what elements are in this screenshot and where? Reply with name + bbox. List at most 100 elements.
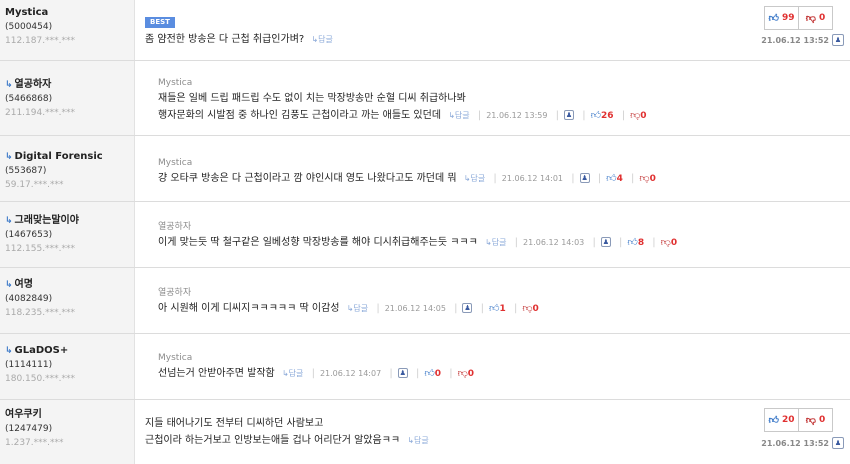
- comment-meta: 21.06.12 13:52 ♟: [761, 34, 844, 46]
- quoted-author: Mystica: [158, 353, 193, 363]
- thumbs-down-icon: 👎︎: [805, 13, 816, 24]
- comment-date: 21.06.12 14:07: [319, 369, 382, 378]
- author-id: (1247479): [5, 424, 53, 434]
- comment-text-line: 지들 태어나기도 전부터 디씨하던 사람보고: [145, 418, 324, 429]
- comment-row: Mystica (5000454) 112.187.***.*** BEST 좀…: [0, 0, 850, 61]
- comment-row: ↳ 열공하자 (5466868) 211.194.***.*** Mystica …: [0, 61, 850, 136]
- dislike-button[interactable]: 👎︎0: [630, 110, 646, 121]
- comment-author-panel: ↳ 여명 (4082849) 118.235.***.***: [0, 268, 135, 333]
- author-nickname[interactable]: Digital Forensic: [15, 151, 103, 162]
- comment-text: 좀 얌전한 방송은 다 근첩 취급인가벼? ↳답글: [145, 34, 333, 45]
- thumbs-down-icon: 👎︎: [660, 237, 671, 248]
- reply-arrow-icon: ↳: [5, 80, 13, 90]
- author-nickname[interactable]: Mystica: [5, 6, 75, 20]
- reply-arrow-icon: ↳: [281, 369, 289, 378]
- author-ip: 112.187.***.***: [5, 36, 75, 46]
- reply-arrow-icon: ↳: [5, 216, 13, 226]
- thumbs-down-icon: 👎︎: [630, 110, 641, 121]
- comment-author-panel: ↳ Digital Forensic (553687) 59.17.***.***: [0, 136, 135, 201]
- comment-author-panel: 여우쿠키 (1247479) 1.237.***.***: [0, 400, 135, 464]
- report-icon[interactable]: ♟: [832, 437, 844, 449]
- like-button[interactable]: 👍︎26: [591, 110, 614, 121]
- dislike-button[interactable]: 👎︎ 0: [798, 7, 832, 29]
- author-id: (5466868): [5, 94, 53, 104]
- reply-button[interactable]: ↳답글: [448, 111, 469, 120]
- dislike-button[interactable]: 👎︎0: [522, 303, 538, 314]
- reply-button[interactable]: ↳답글: [485, 238, 506, 247]
- reply-arrow-icon: ↳: [407, 436, 414, 445]
- reply-button[interactable]: ↳답글: [347, 304, 368, 313]
- thumbs-up-icon: 👍︎: [768, 13, 779, 24]
- comment-text: 걍 오타쿠 방송은 다 근첩이라고 깜 야인시대 영도 나왔다고도 까던데 뭐 …: [158, 173, 656, 184]
- author-ip: 1.237.***.***: [5, 438, 64, 448]
- author-id: (1114111): [5, 360, 53, 370]
- dislike-button[interactable]: 👎︎ 0: [798, 409, 832, 431]
- reply-button[interactable]: ↳답글: [311, 35, 332, 44]
- author-ip: 211.194.***.***: [5, 108, 75, 118]
- comment-text: 이게 맞는듯 딱 철구같은 일베성향 막장방송를 해야 디시취급해주는듯 ㅋㅋㅋ…: [158, 237, 678, 248]
- author-nickname[interactable]: 여명: [15, 279, 33, 290]
- reply-arrow-icon: ↳: [5, 280, 13, 290]
- reply-button[interactable]: ↳답글: [464, 174, 485, 183]
- comment-text: 행자문화의 시발점 중 하나인 김풍도 근첩이라고 까는 애들도 있던데 ↳답글…: [158, 110, 647, 121]
- comment-body: BEST 좀 얌전한 방송은 다 근첩 취급인가벼? ↳답글: [145, 14, 740, 48]
- author-ip: 118.235.***.***: [5, 308, 75, 318]
- comment-meta: 21.06.12 13:52 ♟: [761, 437, 844, 449]
- author-id: (1467653): [5, 230, 53, 240]
- report-icon[interactable]: ♟: [579, 173, 590, 183]
- report-icon[interactable]: ♟: [397, 368, 408, 378]
- report-icon[interactable]: ♟: [600, 237, 611, 247]
- comment-row: ↳ 여명 (4082849) 118.235.***.*** 열공하자 아 시원해…: [0, 268, 850, 334]
- quoted-author: 열공하자: [158, 288, 192, 298]
- comment-author-panel: ↳ GLaDOS+ (1114111) 180.150.***.***: [0, 334, 135, 399]
- author-nickname[interactable]: GLaDOS+: [15, 345, 69, 356]
- like-button[interactable]: 👍︎1: [489, 303, 506, 314]
- comment-text-line: 재들은 일베 드립 패드립 수도 없이 치는 막장방송만 순혈 디씨 취급하나봐: [158, 93, 466, 104]
- report-icon[interactable]: ♟: [564, 110, 575, 120]
- comment-date: 21.06.12 13:59: [486, 111, 548, 120]
- reply-arrow-icon: ↳: [448, 111, 455, 120]
- reply-arrow-icon: ↳: [5, 152, 13, 162]
- author-id: (4082849): [5, 294, 53, 304]
- comment-author-panel: Mystica (5000454) 112.187.***.***: [0, 0, 135, 60]
- comment-body: 열공하자 아 시원해 이게 디씨지ㅋㅋㅋㅋㅋ 딱 이감성 ↳답글 | 21.06.…: [158, 286, 740, 318]
- vote-box: 👍︎ 20 👎︎ 0: [764, 408, 833, 432]
- author-nickname[interactable]: 열공하자: [15, 79, 52, 90]
- author-ip: 59.17.***.***: [5, 180, 64, 190]
- like-button[interactable]: 👍︎4: [606, 173, 623, 184]
- quoted-author: 열공하자: [158, 222, 192, 232]
- report-icon[interactable]: ♟: [832, 34, 844, 46]
- comment-author-panel: ↳ 열공하자 (5466868) 211.194.***.***: [0, 61, 135, 135]
- quoted-author: Mystica: [158, 78, 193, 88]
- dislike-button[interactable]: 👎︎0: [458, 368, 474, 379]
- author-nickname[interactable]: 그래맞는말이야: [15, 215, 79, 226]
- author-nickname[interactable]: 여우쿠키: [5, 408, 64, 422]
- dislike-button[interactable]: 👎︎0: [639, 173, 655, 184]
- comment-author-panel: ↳ 그래맞는말이야 (1467653) 112.155.***.***: [0, 202, 135, 267]
- report-icon[interactable]: ♟: [462, 303, 473, 313]
- like-button[interactable]: 👍︎ 99: [765, 7, 798, 29]
- thumbs-down-icon: 👎︎: [805, 415, 816, 426]
- thumbs-up-icon: 👍︎: [768, 415, 779, 426]
- like-button[interactable]: 👍︎0: [424, 368, 441, 379]
- comment-date: 21.06.12 13:52: [761, 35, 829, 45]
- comment-text: 아 시원해 이게 디씨지ㅋㅋㅋㅋㅋ 딱 이감성 ↳답글 | 21.06.12 14…: [158, 303, 539, 314]
- reply-button[interactable]: ↳답글: [282, 369, 303, 378]
- thumbs-down-icon: 👎︎: [522, 303, 533, 314]
- author-id: (5000454): [5, 22, 53, 32]
- comment-row: ↳ Digital Forensic (553687) 59.17.***.***…: [0, 136, 850, 202]
- comment-body: Mystica 선넘는거 안받아주면 발작함 ↳답글 | 21.06.12 14:…: [158, 351, 740, 383]
- like-button[interactable]: 👍︎8: [627, 237, 644, 248]
- comment-date: 21.06.12 14:05: [384, 304, 446, 313]
- comment-date: 21.06.12 14:01: [501, 174, 564, 183]
- dislike-button[interactable]: 👎︎0: [661, 237, 677, 248]
- author-id: (553687): [5, 166, 47, 176]
- like-button[interactable]: 👍︎ 20: [765, 409, 798, 431]
- vote-box: 👍︎ 99 👎︎ 0: [764, 6, 833, 30]
- reply-button[interactable]: ↳답글: [407, 436, 428, 445]
- comment-date: 21.06.12 14:03: [523, 238, 585, 247]
- thumbs-down-icon: 👎︎: [639, 173, 650, 184]
- comment-body: 지들 태어나기도 전부터 디씨하던 사람보고 근첩이라 하는거보고 인방보는애들…: [145, 415, 740, 449]
- reply-arrow-icon: ↳: [5, 346, 13, 356]
- comment-row: 여우쿠키 (1247479) 1.237.***.*** 지들 태어나기도 전부…: [0, 400, 850, 464]
